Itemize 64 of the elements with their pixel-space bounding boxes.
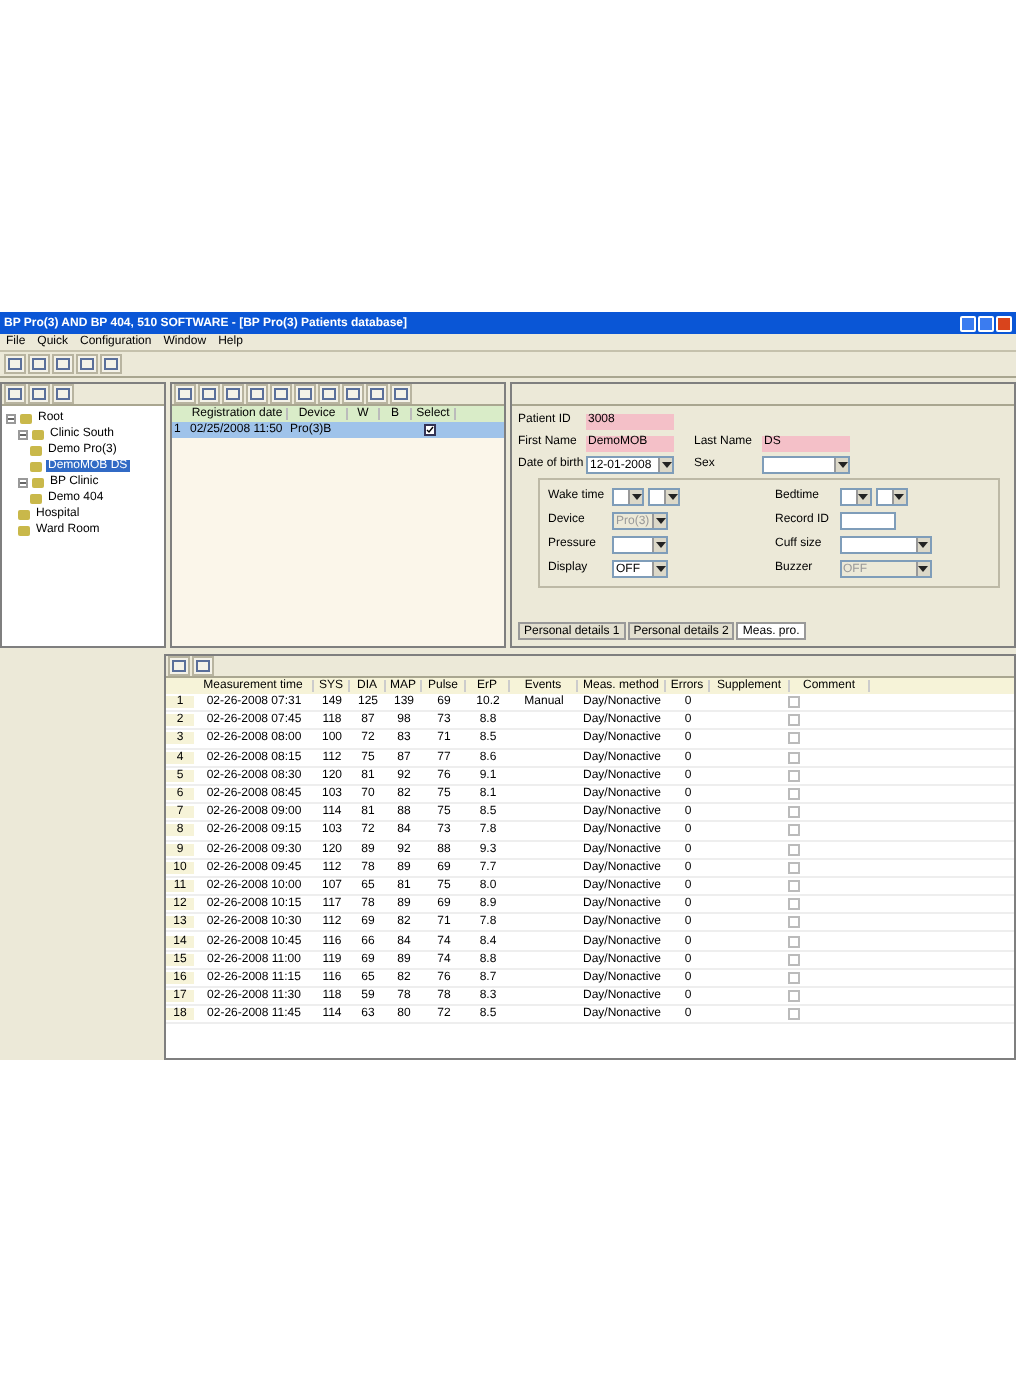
- checkbox[interactable]: [788, 824, 800, 837]
- checkbox[interactable]: [788, 953, 800, 966]
- dropdown-field[interactable]: [839, 488, 871, 506]
- collapse-icon[interactable]: [18, 477, 28, 487]
- checkbox[interactable]: [788, 935, 800, 948]
- toolbar-button[interactable]: [222, 384, 244, 404]
- dropdown-field[interactable]: [612, 536, 668, 554]
- minimize-button[interactable]: [960, 315, 976, 331]
- checkbox[interactable]: [788, 696, 800, 709]
- dropdown-field[interactable]: [875, 488, 907, 506]
- toolbar-button[interactable]: [174, 384, 196, 404]
- toolbar-button[interactable]: [318, 384, 340, 404]
- checkbox[interactable]: [788, 732, 800, 745]
- toolbar-button[interactable]: [76, 354, 98, 374]
- checkbox[interactable]: [788, 788, 800, 801]
- toolbar-button[interactable]: [294, 384, 316, 404]
- checkbox[interactable]: [788, 916, 800, 929]
- toolbar-button[interactable]: [52, 354, 74, 374]
- toolbar-button[interactable]: [4, 384, 26, 404]
- checkbox[interactable]: [424, 424, 436, 436]
- toolbar-button[interactable]: [52, 384, 74, 404]
- checkbox[interactable]: [788, 990, 800, 1003]
- checkbox[interactable]: [788, 769, 800, 782]
- dropdown-arrow-icon: [652, 562, 666, 576]
- toolbar-button[interactable]: [246, 384, 268, 404]
- dropdown-field[interactable]: [762, 456, 850, 474]
- checkbox[interactable]: [788, 879, 800, 892]
- checkbox[interactable]: [788, 861, 800, 874]
- dropdown-arrow-icon: [652, 538, 666, 552]
- checkbox[interactable]: [788, 806, 800, 819]
- dropdown-field[interactable]: [612, 488, 644, 506]
- toolbar-button[interactable]: [192, 656, 214, 676]
- checkbox[interactable]: [788, 843, 800, 856]
- dropdown-arrow-icon: [855, 490, 869, 504]
- dropdown-arrow-icon: [664, 490, 678, 504]
- collapse-icon[interactable]: [18, 429, 28, 439]
- collapse-icon[interactable]: [6, 413, 16, 423]
- checkbox[interactable]: [788, 751, 800, 764]
- dropdown-field[interactable]: [839, 536, 931, 554]
- dropdown-arrow-icon: [628, 490, 642, 504]
- toolbar-button[interactable]: [100, 354, 122, 374]
- dropdown-arrow-icon: [658, 458, 672, 472]
- toolbar-button[interactable]: [390, 384, 412, 404]
- toolbar-button[interactable]: [168, 656, 190, 676]
- toolbar-button[interactable]: [270, 384, 292, 404]
- checkbox[interactable]: [788, 1008, 800, 1021]
- close-button[interactable]: [996, 315, 1012, 331]
- toolbar-button[interactable]: [28, 384, 50, 404]
- toolbar-button[interactable]: [366, 384, 388, 404]
- dropdown-arrow-icon: [915, 562, 929, 576]
- dropdown-arrow-icon: [915, 538, 929, 552]
- checkbox[interactable]: [788, 898, 800, 911]
- dropdown-arrow-icon: [891, 490, 905, 504]
- checkbox[interactable]: [788, 714, 800, 727]
- dropdown-arrow-icon: [834, 458, 848, 472]
- dropdown-field[interactable]: [648, 488, 680, 506]
- toolbar-button[interactable]: [28, 354, 50, 374]
- checkbox[interactable]: [788, 971, 800, 984]
- maximize-button[interactable]: [978, 315, 994, 331]
- input-field[interactable]: [839, 512, 895, 530]
- toolbar-button[interactable]: [342, 384, 364, 404]
- dropdown-arrow-icon: [652, 514, 666, 528]
- toolbar-button[interactable]: [198, 384, 220, 404]
- toolbar-button[interactable]: [4, 354, 26, 374]
